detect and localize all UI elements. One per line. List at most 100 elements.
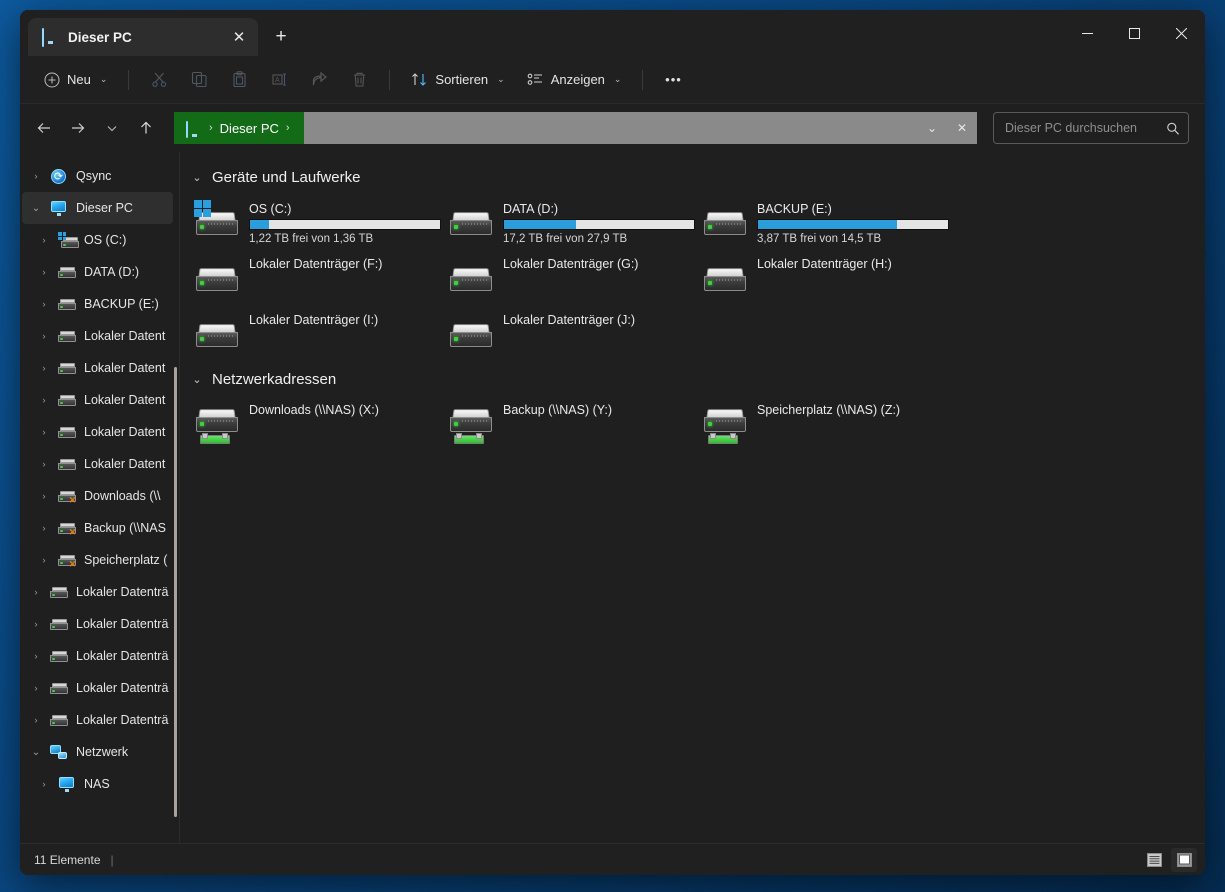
chevron-right-icon[interactable]: › [34, 358, 54, 378]
chevron-down-icon[interactable]: ⌄ [190, 373, 204, 386]
chevron-down-icon[interactable]: ⌄ [26, 742, 46, 762]
chevron-down-icon[interactable]: ⌄ [190, 171, 204, 184]
navigation-pane-scrollbar[interactable] [174, 367, 177, 817]
tab-dieser-pc[interactable]: Dieser PC ✕ [28, 18, 258, 56]
large-icons-view-button[interactable] [1171, 847, 1197, 872]
address-stop-icon[interactable]: ✕ [947, 112, 977, 144]
scissors-icon [152, 72, 167, 87]
sidebar-item-nas[interactable]: › NAS [22, 768, 173, 800]
network-drive-disconnected-icon: ✕ [58, 551, 76, 569]
breadcrumb-item-dieser-pc[interactable]: › Dieser PC › [174, 112, 304, 144]
sidebar-item-lokaler-datent[interactable]: › Lokaler Datent [22, 352, 173, 384]
breadcrumb[interactable]: › Dieser PC › ⌄ ✕ [174, 112, 977, 144]
chevron-right-icon[interactable]: › [34, 294, 54, 314]
drive-tile[interactable]: Lokaler Datenträger (F:) [190, 252, 444, 308]
sidebar-item-data-d[interactable]: › DATA (D:) [22, 256, 173, 288]
search-box[interactable] [993, 112, 1189, 144]
sidebar-item-lokaler-datent[interactable]: › Lokaler Datent [22, 320, 173, 352]
drive-tile[interactable]: Lokaler Datenträger (H:) [698, 252, 952, 308]
drive-tile[interactable]: Downloads (\\NAS) (X:) [190, 398, 444, 454]
chevron-right-icon[interactable]: › [34, 326, 54, 346]
drive-name: Lokaler Datenträger (H:) [757, 257, 892, 271]
sidebar-item-os-c[interactable]: › OS (C:) [22, 224, 173, 256]
drive-tile-grid: Downloads (\\NAS) (X:) Backup (\\NAS) (Y:… [190, 398, 1205, 454]
up-button[interactable] [130, 112, 162, 144]
close-window-button[interactable] [1158, 10, 1205, 56]
drive-tile[interactable]: Backup (\\NAS) (Y:) [444, 398, 698, 454]
svg-text:A: A [275, 77, 280, 84]
more-options-button[interactable]: ••• [654, 64, 692, 96]
chevron-right-icon[interactable]: › [34, 454, 54, 474]
drive-tile[interactable]: OS (C:) 1,22 TB frei von 1,36 TB [190, 196, 444, 252]
maximize-button[interactable] [1111, 10, 1158, 56]
view-button[interactable]: Anzeigen ⌄ [517, 64, 632, 96]
chevron-right-icon[interactable]: › [34, 486, 54, 506]
sidebar-item-lokaler-datentr[interactable]: › Lokaler Datenträ [22, 576, 173, 608]
sidebar-item-lokaler-datentr[interactable]: › Lokaler Datenträ [22, 608, 173, 640]
paste-button[interactable] [220, 64, 258, 96]
chevron-right-icon[interactable]: › [34, 262, 54, 282]
chevron-right-icon[interactable]: › [34, 518, 54, 538]
forward-button[interactable] [62, 112, 94, 144]
group-header[interactable]: ⌄ Netzwerkadressen [190, 366, 1205, 392]
sidebar-item-backup-nas[interactable]: › ✕ Backup (\\NAS [22, 512, 173, 544]
sidebar-item-lokaler-datentr[interactable]: › Lokaler Datenträ [22, 704, 173, 736]
drive-tile-text: Lokaler Datenträger (F:) [249, 256, 438, 274]
chevron-down-icon[interactable]: ⌄ [26, 198, 46, 218]
sidebar-item-lokaler-datentr[interactable]: › Lokaler Datenträ [22, 672, 173, 704]
search-input[interactable] [1005, 121, 1166, 135]
new-button[interactable]: Neu ⌄ [34, 64, 117, 96]
sidebar-item-lokaler-datentr[interactable]: › Lokaler Datenträ [22, 640, 173, 672]
chevron-right-icon[interactable]: › [26, 646, 46, 666]
minimize-button[interactable] [1064, 10, 1111, 56]
copy-button[interactable] [180, 64, 218, 96]
drive-icon [58, 263, 76, 281]
sidebar-item-dieser-pc[interactable]: ⌄ Dieser PC [22, 192, 173, 224]
sidebar-item-netzwerk[interactable]: ⌄ Netzwerk [22, 736, 173, 768]
drive-tile[interactable]: BACKUP (E:) 3,87 TB frei von 14,5 TB [698, 196, 952, 252]
share-button[interactable] [300, 64, 338, 96]
recent-locations-button[interactable] [96, 112, 128, 144]
details-view-button[interactable] [1141, 848, 1167, 872]
sort-button[interactable]: Sortieren ⌄ [401, 64, 514, 96]
sidebar-item-downloads[interactable]: › ✕ Downloads (\\ [22, 480, 173, 512]
close-tab-icon[interactable]: ✕ [226, 24, 252, 50]
delete-button[interactable] [340, 64, 378, 96]
sidebar-item-speicherplatz[interactable]: › ✕ Speicherplatz ( [22, 544, 173, 576]
large-icons-view-icon [1176, 852, 1192, 867]
drive-tile[interactable]: Lokaler Datenträger (G:) [444, 252, 698, 308]
sidebar-item-label: NAS [84, 777, 110, 791]
chevron-down-icon: ⌄ [613, 74, 622, 84]
sidebar-item-lokaler-datent[interactable]: › Lokaler Datent [22, 416, 173, 448]
rename-button[interactable]: A [260, 64, 298, 96]
view-button-label: Anzeigen [550, 72, 605, 87]
drive-tile[interactable]: Lokaler Datenträger (I:) [190, 308, 444, 364]
chevron-right-icon[interactable]: › [34, 774, 54, 794]
chevron-right-icon[interactable]: › [26, 582, 46, 602]
drive-tile-grid: OS (C:) 1,22 TB frei von 1,36 TB DATA (D:)… [190, 196, 1205, 364]
chevron-right-icon[interactable]: › [34, 422, 54, 442]
qsync-icon [50, 167, 68, 185]
sidebar-item-qsync[interactable]: › Qsync [22, 160, 173, 192]
chevron-right-icon[interactable]: › [26, 614, 46, 634]
drive-tile[interactable]: Speicherplatz (\\NAS) (Z:) [698, 398, 952, 454]
drive-tile[interactable]: DATA (D:) 17,2 TB frei von 27,9 TB [444, 196, 698, 252]
new-tab-button[interactable]: + [264, 20, 298, 54]
chevron-right-icon[interactable]: › [34, 390, 54, 410]
drive-tile[interactable]: Lokaler Datenträger (J:) [444, 308, 698, 364]
main-body: › Qsync ⌄ Dieser PC › OS (C:) › DATA (D:) › BACKU… [20, 152, 1205, 843]
chevron-right-icon[interactable]: › [26, 678, 46, 698]
back-button[interactable] [28, 112, 60, 144]
sidebar-item-lokaler-datent[interactable]: › Lokaler Datent [22, 448, 173, 480]
sidebar-item-lokaler-datent[interactable]: › Lokaler Datent [22, 384, 173, 416]
sidebar-item-backup-e[interactable]: › BACKUP (E:) [22, 288, 173, 320]
cut-button[interactable] [140, 64, 178, 96]
address-dropdown-icon[interactable]: ⌄ [917, 112, 947, 144]
chevron-right-icon[interactable]: › [26, 710, 46, 730]
chevron-right-icon[interactable]: › [26, 166, 46, 186]
view-layout-icon [527, 73, 542, 85]
chevron-right-icon[interactable]: › [34, 230, 54, 250]
chevron-right-icon[interactable]: › [34, 550, 54, 570]
group-header[interactable]: ⌄ Geräte und Laufwerke [190, 164, 1205, 190]
drive-icon [702, 256, 748, 298]
